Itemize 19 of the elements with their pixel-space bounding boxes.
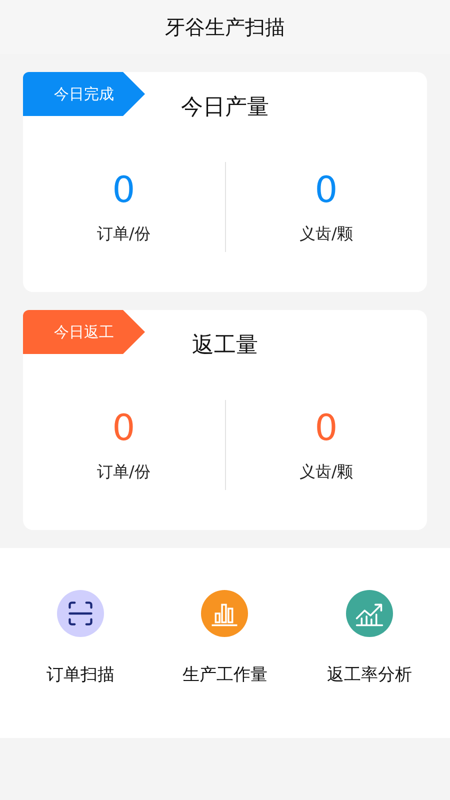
card-title: 返工量 bbox=[192, 332, 258, 360]
stat-value: 0 bbox=[112, 170, 136, 212]
trend-chart-icon[interactable] bbox=[346, 590, 394, 637]
action-label[interactable]: 返工率分析 bbox=[327, 663, 412, 686]
stat-value: 0 bbox=[314, 408, 338, 450]
stat-label: 义齿/颗 bbox=[300, 224, 353, 245]
stat-value: 0 bbox=[112, 408, 136, 450]
stat-label: 义齿/颗 bbox=[300, 462, 353, 483]
page-title: 牙谷生产扫描 bbox=[165, 14, 285, 40]
stat-value: 0 bbox=[314, 170, 338, 212]
stat-label: 订单/份 bbox=[97, 224, 150, 245]
action-label[interactable]: 订单扫描 bbox=[46, 663, 114, 686]
card-title: 今日产量 bbox=[181, 94, 269, 122]
stat-label: 订单/份 bbox=[97, 462, 150, 483]
ribbon-tag: 今日完成 bbox=[23, 72, 145, 116]
bar-chart-icon[interactable] bbox=[201, 590, 248, 637]
ribbon-tag: 今日返工 bbox=[23, 310, 145, 354]
scan-icon[interactable] bbox=[56, 590, 104, 637]
action-label[interactable]: 生产工作量 bbox=[182, 663, 268, 686]
